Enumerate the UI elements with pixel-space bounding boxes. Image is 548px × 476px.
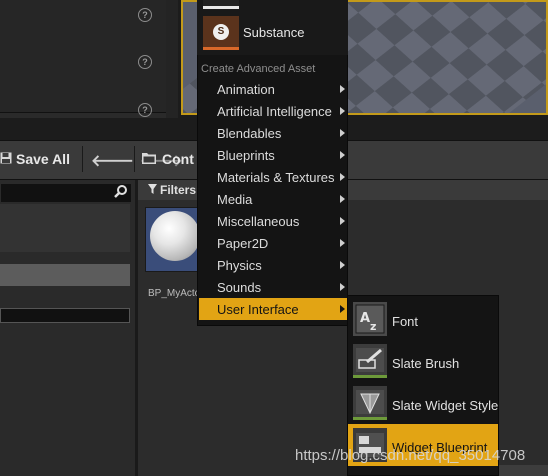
filters-label: Filters xyxy=(160,183,197,197)
toolbar-divider xyxy=(134,146,135,172)
search-icon[interactable] xyxy=(114,184,128,203)
submenu-item-slate-widget-style[interactable]: Slate Widget Style xyxy=(348,382,498,424)
menu-item-physics[interactable]: Physics xyxy=(199,254,347,276)
help-icon[interactable]: ? xyxy=(138,103,152,117)
menu-item-miscellaneous[interactable]: Miscellaneous xyxy=(199,210,347,232)
svg-text:A: A xyxy=(360,311,370,326)
folder-icon xyxy=(142,151,156,167)
font-icon: Az xyxy=(353,302,387,336)
slate-brush-icon xyxy=(353,344,387,378)
menu-item-blendables[interactable]: Blendables xyxy=(199,122,347,144)
funnel-icon xyxy=(148,183,157,197)
submenu-arrow-icon xyxy=(340,217,345,225)
menu-item-user-interface[interactable]: User Interface xyxy=(199,298,347,320)
svg-text:z: z xyxy=(370,320,376,333)
toolbar-divider xyxy=(82,146,83,172)
menu-item-media[interactable]: Media xyxy=(199,188,347,210)
help-icon[interactable]: ? xyxy=(138,55,152,69)
menu-item-artificial-intelligence[interactable]: Artificial Intelligence xyxy=(199,100,347,122)
submenu-arrow-icon xyxy=(340,261,345,269)
collections-header[interactable] xyxy=(0,264,130,286)
submenu-arrow-icon xyxy=(340,239,345,247)
substance-icon: S xyxy=(203,16,239,50)
submenu-arrow-icon xyxy=(340,283,345,291)
menu-item-paper2d[interactable]: Paper2D xyxy=(199,232,347,254)
filters-button[interactable]: Filters ▾ xyxy=(148,183,204,197)
save-icon xyxy=(0,151,12,167)
submenu-arrow-icon xyxy=(340,305,345,313)
save-all-button[interactable]: Save All xyxy=(0,148,70,170)
menu-item-materials-textures[interactable]: Materials & Textures xyxy=(199,166,347,188)
content-path-button[interactable]: Cont xyxy=(142,148,194,170)
substance-label: Substance xyxy=(243,25,305,40)
submenu-arrow-icon xyxy=(340,195,345,203)
submenu-arrow-icon xyxy=(340,151,345,159)
submenu-item-font[interactable]: Az Font xyxy=(348,298,498,340)
search-input[interactable] xyxy=(0,183,132,203)
submenu-arrow-icon xyxy=(340,173,345,181)
submenu-arrow-icon xyxy=(340,107,345,115)
submenu-arrow-icon xyxy=(340,129,345,137)
sphere-thumbnail-icon xyxy=(150,211,200,261)
collections-list xyxy=(0,308,130,323)
details-scrollbar[interactable] xyxy=(166,0,178,118)
folder-tree xyxy=(0,204,130,252)
back-arrow-icon[interactable]: 🡐 xyxy=(91,150,134,171)
menu-item-sounds[interactable]: Sounds xyxy=(199,276,347,298)
watermark: https://blog.csdn.net/qq_35014708 xyxy=(295,447,526,464)
help-icon[interactable]: ? xyxy=(138,8,152,22)
menu-section-header: Create Advanced Asset xyxy=(201,63,316,75)
asset-type-icon xyxy=(203,0,239,9)
content-path-label: Cont xyxy=(162,151,194,167)
slate-widget-style-icon xyxy=(353,386,387,420)
menu-item-blueprints[interactable]: Blueprints xyxy=(199,144,347,166)
submenu-arrow-icon xyxy=(340,85,345,93)
save-all-label: Save All xyxy=(16,151,70,167)
submenu-item-slate-brush[interactable]: Slate Brush xyxy=(348,340,498,382)
menu-item-animation[interactable]: Animation xyxy=(199,78,347,100)
asset-label: BP_MyActor xyxy=(148,288,200,299)
